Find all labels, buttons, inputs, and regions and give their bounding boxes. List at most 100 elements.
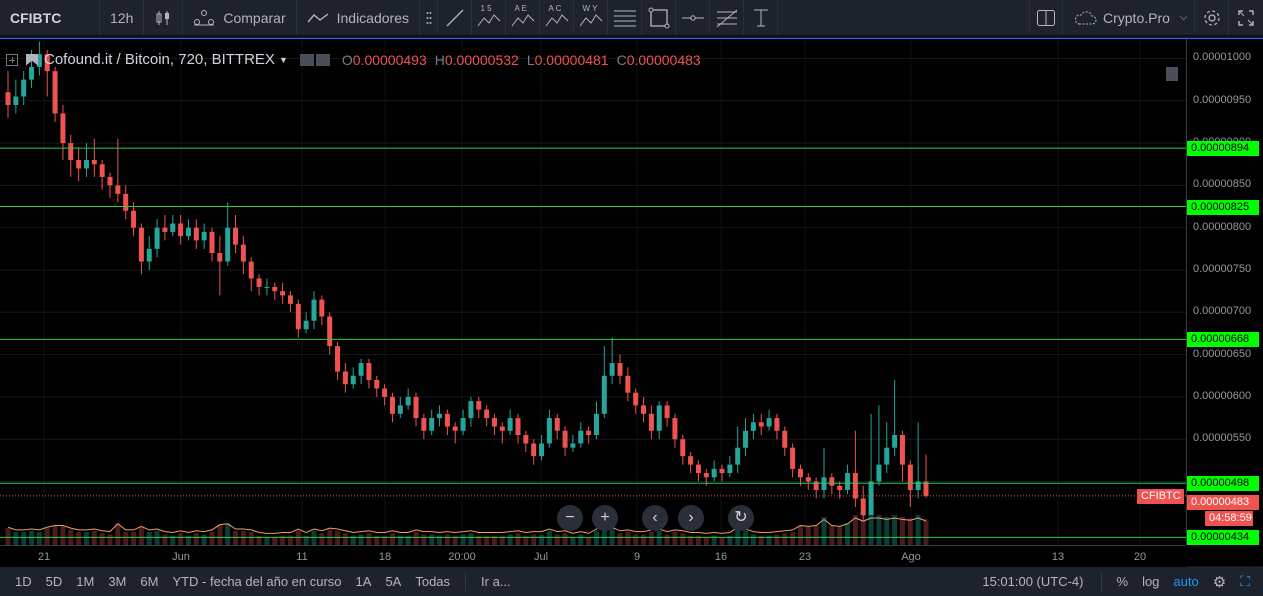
auto-toggle[interactable]: auto — [1166, 574, 1205, 589]
candle-body — [766, 418, 772, 427]
range-1d[interactable]: 1D — [8, 574, 39, 589]
layout-button[interactable] — [1029, 0, 1063, 35]
pattern-icon: A E — [510, 4, 536, 30]
collapse-icon[interactable] — [6, 53, 18, 66]
candle-body — [484, 409, 490, 419]
volume-bar — [209, 532, 215, 545]
zoom-out-button[interactable]: − — [557, 505, 583, 531]
clock[interactable]: 15:01:00 (UTC-4) — [975, 574, 1090, 589]
candle-body — [750, 422, 756, 431]
cloud-icon — [1073, 10, 1097, 26]
chevron-down-icon[interactable]: ▼ — [279, 55, 288, 65]
interval-label: 12h — [110, 9, 134, 26]
volume-bar — [138, 527, 144, 545]
range-1m[interactable]: 1M — [69, 574, 101, 589]
candle-body — [884, 447, 890, 465]
scroll-to-top-icon[interactable] — [1166, 67, 1178, 81]
volume-bar — [750, 534, 756, 545]
horizontal-line-price-label: 0.00000668 — [1187, 332, 1259, 348]
eye-icon[interactable] — [299, 53, 314, 66]
rectangle-tool[interactable] — [642, 0, 676, 35]
compare-button[interactable]: Comparar — [183, 0, 297, 35]
candle-body — [389, 396, 395, 414]
candle-body — [774, 418, 780, 431]
candle-body — [335, 346, 341, 372]
pattern-ae-tool[interactable]: A E — [506, 0, 540, 35]
range-3m[interactable]: 3M — [101, 574, 133, 589]
fullscreen-icon — [1237, 9, 1255, 27]
chart-type-button[interactable] — [144, 0, 184, 35]
volume-bar — [201, 534, 207, 545]
volume-bar — [648, 532, 654, 545]
price-tick-label: 0.00000750 — [1193, 263, 1252, 275]
time-tick-label: 16 — [714, 551, 728, 563]
indicators-button[interactable]: Indicadores — [297, 0, 420, 35]
candle-body — [437, 413, 443, 419]
candle-body — [421, 418, 427, 431]
candle-body — [138, 227, 144, 262]
range-5a[interactable]: 5A — [378, 574, 408, 589]
candle-body — [790, 447, 796, 469]
chevron-down-icon: ⌵ — [1179, 12, 1188, 23]
scroll-left-button[interactable]: ‹ — [642, 505, 668, 531]
volume-bar — [248, 532, 254, 545]
percent-toggle[interactable]: % — [1110, 574, 1136, 589]
volume-bar — [460, 534, 466, 545]
pattern-icon: A C — [544, 4, 570, 30]
candle-body — [899, 435, 905, 465]
candle-body — [225, 227, 231, 262]
range-6m[interactable]: 6M — [133, 574, 165, 589]
interval-button[interactable]: 12h — [100, 0, 145, 35]
pattern-ac-tool[interactable]: A C — [540, 0, 574, 35]
fullscreen-icon[interactable]: ⛶ — [1233, 573, 1257, 590]
candle-body — [578, 430, 584, 444]
price-tick-label: 0.00000850 — [1193, 178, 1252, 191]
volume-bar — [413, 532, 419, 545]
measure-tool[interactable] — [744, 0, 778, 35]
settings-icon[interactable] — [315, 53, 330, 66]
goto-date-button[interactable]: Ir a... — [474, 574, 518, 589]
series-title[interactable]: Cofound.it / Bitcoin, 720, BITTREX — [44, 51, 275, 68]
price-plot[interactable] — [0, 39, 1186, 545]
elliott-wave-tool[interactable]: 1 5 — [472, 0, 506, 35]
candle-body — [593, 413, 599, 435]
candle-body — [374, 380, 380, 389]
volume-bar — [358, 534, 364, 545]
volume-bar — [719, 537, 725, 545]
volume-bar — [36, 532, 42, 545]
candle-body — [99, 164, 105, 177]
close-key: C — [616, 51, 627, 68]
high-key: H — [434, 51, 445, 68]
volume-bar — [99, 533, 105, 545]
fib-retracement-tool[interactable] — [710, 0, 744, 35]
fullscreen-button[interactable] — [1229, 0, 1263, 35]
candle-body — [743, 430, 749, 448]
time-axis[interactable]: 21 Jun 11 18 20:00 Jul 9 16 23 Ago 13 20 — [0, 545, 1186, 567]
candle-body — [280, 291, 286, 296]
candle-body — [727, 464, 733, 474]
drag-handle-icon[interactable] — [420, 0, 438, 35]
settings-button[interactable] — [1195, 0, 1229, 35]
gear-icon[interactable]: ⚙ — [1206, 573, 1233, 591]
range-all[interactable]: Todas — [408, 574, 457, 589]
layout-icon — [1036, 9, 1056, 27]
chart-area[interactable]: Cofound.it / Bitcoin, 720, BITTREX ▼ O 0.… — [0, 38, 1263, 567]
series-legend: Cofound.it / Bitcoin, 720, BITTREX ▼ O 0.… — [6, 51, 701, 68]
open-key: O — [341, 51, 353, 68]
trend-line-tool[interactable] — [438, 0, 472, 35]
range-1a[interactable]: 1A — [349, 574, 379, 589]
reset-chart-button[interactable]: ↻ — [728, 505, 754, 531]
pattern-wy-tool[interactable]: W Y — [574, 0, 608, 35]
volume-bar — [123, 532, 129, 545]
volume-bar — [554, 534, 560, 545]
range-ytd[interactable]: YTD - fecha del año en curso — [165, 574, 348, 589]
cloud-account-button[interactable]: Crypto.Pro ⌵ — [1063, 0, 1195, 35]
range-5d[interactable]: 5D — [39, 574, 70, 589]
zoom-in-button[interactable]: + — [592, 505, 618, 531]
price-axis[interactable]: 0.000010000.000009500.000009000.00000850… — [1186, 39, 1263, 545]
log-toggle[interactable]: log — [1135, 574, 1166, 589]
fib-channel-tool[interactable] — [608, 0, 642, 35]
symbol-search-button[interactable]: CFIBTC — [0, 0, 100, 35]
horizontal-line-tool[interactable] — [676, 0, 710, 35]
scroll-right-button[interactable]: › — [678, 505, 704, 531]
